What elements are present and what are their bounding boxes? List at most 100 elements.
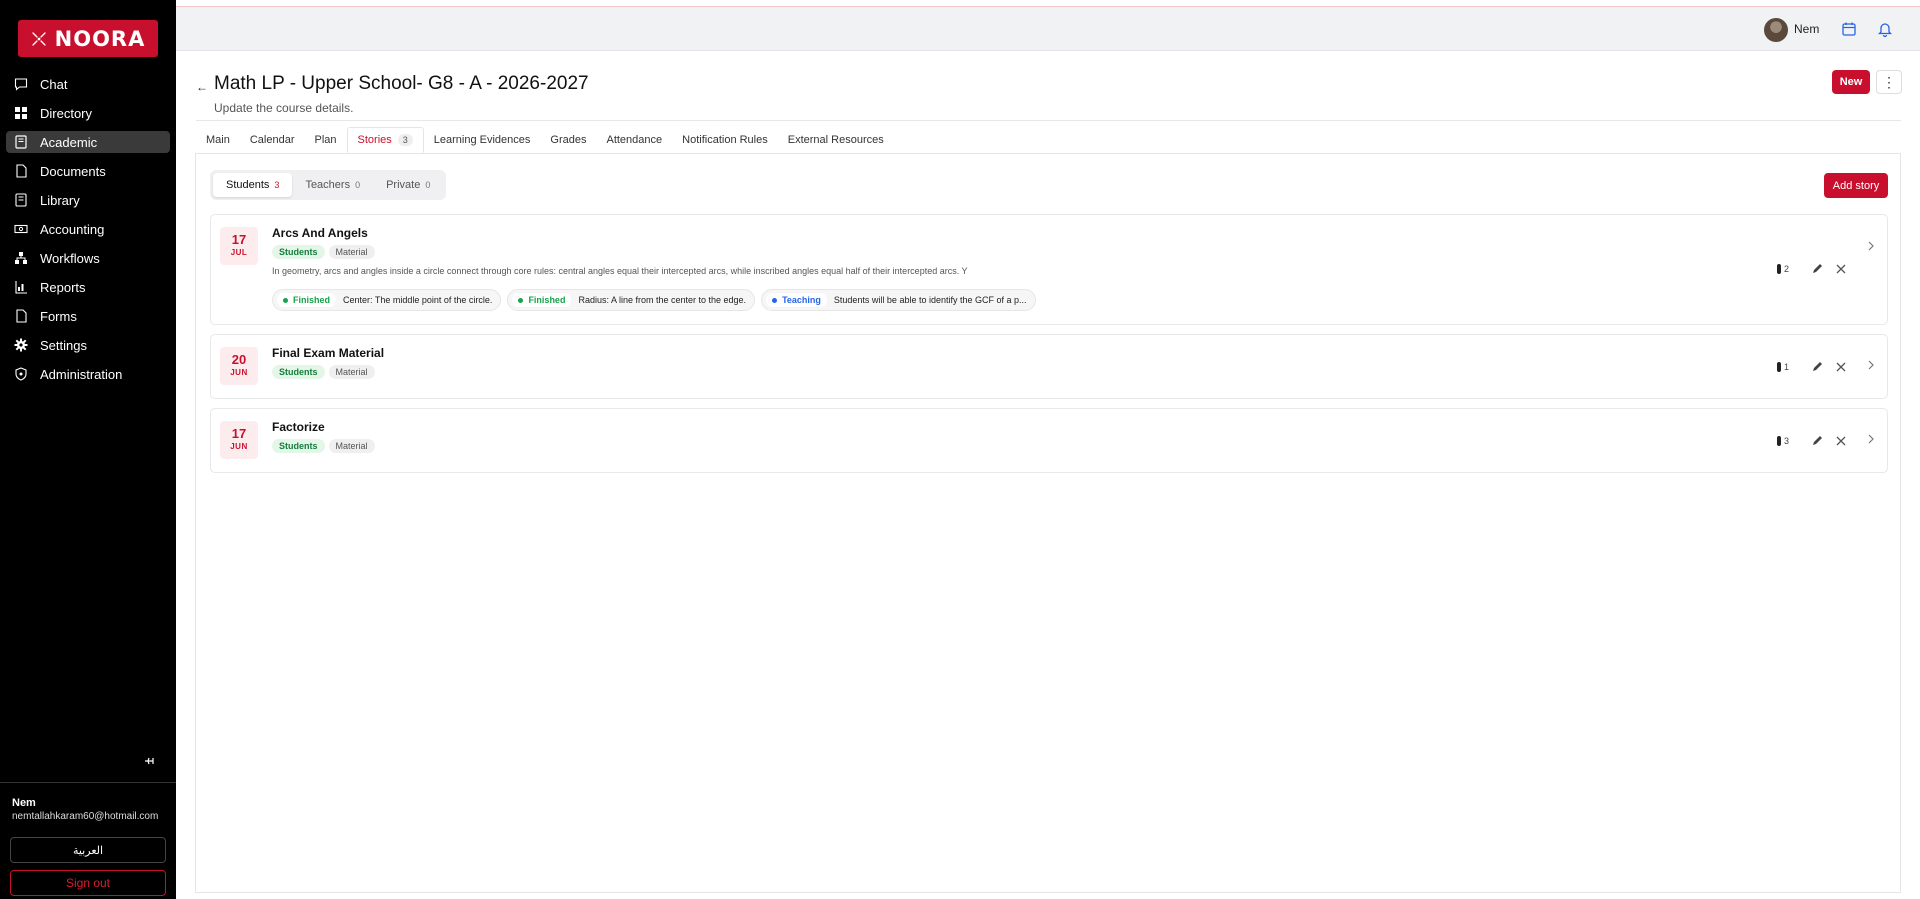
chevron-right-icon[interactable] [1866, 241, 1876, 251]
language-button[interactable]: العربية [10, 837, 166, 863]
sidebar-item-label: Directory [40, 105, 93, 121]
back-arrow-icon[interactable]: ← [196, 80, 208, 94]
segment-count: 0 [425, 180, 431, 190]
segment-teachers[interactable]: Teachers 0 [292, 173, 373, 197]
type-tag: Material [328, 365, 375, 379]
sidebar-item-reports[interactable]: Reports [6, 276, 170, 298]
story-card[interactable]: 20 JUN Final Exam Material Students Mate… [210, 334, 1888, 399]
chat-icon [14, 77, 28, 91]
attachment-count[interactable]: 3 [1777, 436, 1799, 446]
status-label: Finished [528, 295, 566, 305]
tab-attendance[interactable]: Attendance [596, 127, 672, 153]
story-date-month: JUN [230, 442, 248, 451]
edit-icon[interactable] [1811, 361, 1823, 373]
sidebar-item-academic[interactable]: Academic [6, 131, 170, 153]
book-icon [14, 135, 28, 149]
chevron-right-icon[interactable] [1866, 434, 1876, 444]
sidebar-item-settings[interactable]: Settings [6, 334, 170, 356]
status-label: Teaching [782, 295, 821, 305]
sidebar-item-label: Administration [40, 366, 123, 382]
page-title: Math LP - Upper School- G8 - A - 2026-20… [214, 73, 589, 94]
attachment-count[interactable]: 1 [1777, 362, 1799, 372]
delete-icon[interactable] [1835, 361, 1847, 373]
tab-stories[interactable]: Stories 3 [346, 127, 424, 153]
tab-label: External Resources [787, 134, 884, 146]
objective-pill[interactable]: Finished Radius: A line from the center … [507, 289, 756, 311]
sidebar-item-library[interactable]: Library [6, 189, 170, 211]
stories-panel: Students 3 Teachers 0 Private 0 Add story 1… [195, 153, 1901, 893]
segment-label: Private [386, 179, 421, 191]
avatar[interactable] [1764, 18, 1788, 42]
audience-tag: Students [272, 439, 325, 453]
tab-label: Notification Rules [682, 134, 768, 146]
status-badge: Finished [277, 293, 337, 307]
story-title: Final Exam Material [272, 346, 385, 360]
gear-icon [14, 338, 28, 352]
sidebar-item-accounting[interactable]: Accounting [6, 218, 170, 240]
audience-tag: Students [272, 245, 325, 259]
objective-text: Center: The middle point of the circle. [343, 295, 493, 305]
tab-grades[interactable]: Grades [540, 127, 596, 153]
brand-name: NOORA [54, 26, 146, 51]
type-tag: Material [328, 439, 375, 453]
form-icon [14, 309, 28, 323]
sidebar-item-administration[interactable]: Administration [6, 363, 170, 385]
attachment-count-value: 1 [1784, 362, 1790, 372]
tab-calendar[interactable]: Calendar [240, 127, 305, 153]
delete-icon[interactable] [1835, 435, 1847, 447]
attachment-icon [1777, 362, 1781, 372]
more-options-icon[interactable]: ⋮ [1876, 70, 1902, 94]
money-icon [14, 222, 28, 236]
attachment-count-value: 2 [1784, 264, 1790, 274]
grid-icon [14, 106, 28, 120]
story-date-day: 20 [231, 352, 247, 367]
tab-learning-evidences[interactable]: Learning Evidences [424, 127, 541, 153]
segment-count: 3 [274, 180, 280, 190]
course-tabs: Main Calendar Plan Stories 3 Learning Evi… [196, 127, 894, 153]
sidebar-item-chat[interactable]: Chat [6, 73, 170, 95]
collapse-sidebar-icon[interactable] [143, 754, 157, 768]
chevron-right-icon[interactable] [1866, 360, 1876, 370]
tab-label: Grades [550, 134, 587, 146]
attachment-icon [1777, 436, 1781, 446]
story-date-month: JUL [230, 248, 248, 257]
story-card[interactable]: 17 JUL Arcs And Angels Students Material… [210, 214, 1888, 325]
bell-icon[interactable] [1877, 21, 1893, 37]
sidebar-item-documents[interactable]: Documents [6, 160, 170, 182]
brand-logo[interactable]: NOORA [18, 20, 158, 57]
status-dot-icon [283, 297, 288, 303]
add-story-button[interactable]: Add story [1824, 173, 1888, 198]
tab-main[interactable]: Main [196, 127, 240, 153]
story-description: In geometry, arcs and angles inside a ci… [272, 266, 968, 276]
tab-label: Plan [314, 134, 337, 146]
sidebar-item-workflows[interactable]: Workflows [6, 247, 170, 269]
new-button[interactable]: New [1832, 70, 1870, 94]
sidebar-item-label: Library [40, 192, 80, 208]
attachment-count[interactable]: 2 [1777, 264, 1799, 274]
objective-pill[interactable]: Teaching Students will be able to identi… [761, 289, 1036, 311]
story-card[interactable]: 17 JUN Factorize Students Material 3 [210, 408, 1888, 473]
delete-icon[interactable] [1835, 263, 1847, 275]
sidebar-item-forms[interactable]: Forms [6, 305, 170, 327]
tab-plan[interactable]: Plan [304, 127, 346, 153]
sidebar-nav: Chat Directory Academic Documents Librar… [6, 73, 170, 392]
segment-students[interactable]: Students 3 [213, 173, 293, 197]
objective-pill[interactable]: Finished Center: The middle point of the… [272, 289, 502, 311]
edit-icon[interactable] [1811, 435, 1823, 447]
segment-private[interactable]: Private 0 [373, 173, 443, 197]
edit-icon[interactable] [1811, 263, 1823, 275]
tab-notification-rules[interactable]: Notification Rules [672, 127, 778, 153]
sidebar-item-directory[interactable]: Directory [6, 102, 170, 124]
segment-count: 0 [355, 180, 361, 190]
logo-mark-icon [31, 31, 46, 46]
calendar-icon[interactable] [1841, 21, 1857, 37]
reports-icon [14, 280, 28, 294]
tab-external-resources[interactable]: External Resources [778, 127, 894, 153]
story-date: 20 JUN [220, 347, 258, 385]
sign-out-button[interactable]: Sign out [10, 870, 166, 896]
story-actions: 3 [1777, 435, 1847, 447]
tab-label: Attendance [606, 134, 663, 146]
story-title: Factorize [272, 420, 325, 434]
story-actions: 1 [1777, 361, 1847, 373]
topbar-user-name[interactable]: Nem [1794, 22, 1819, 36]
